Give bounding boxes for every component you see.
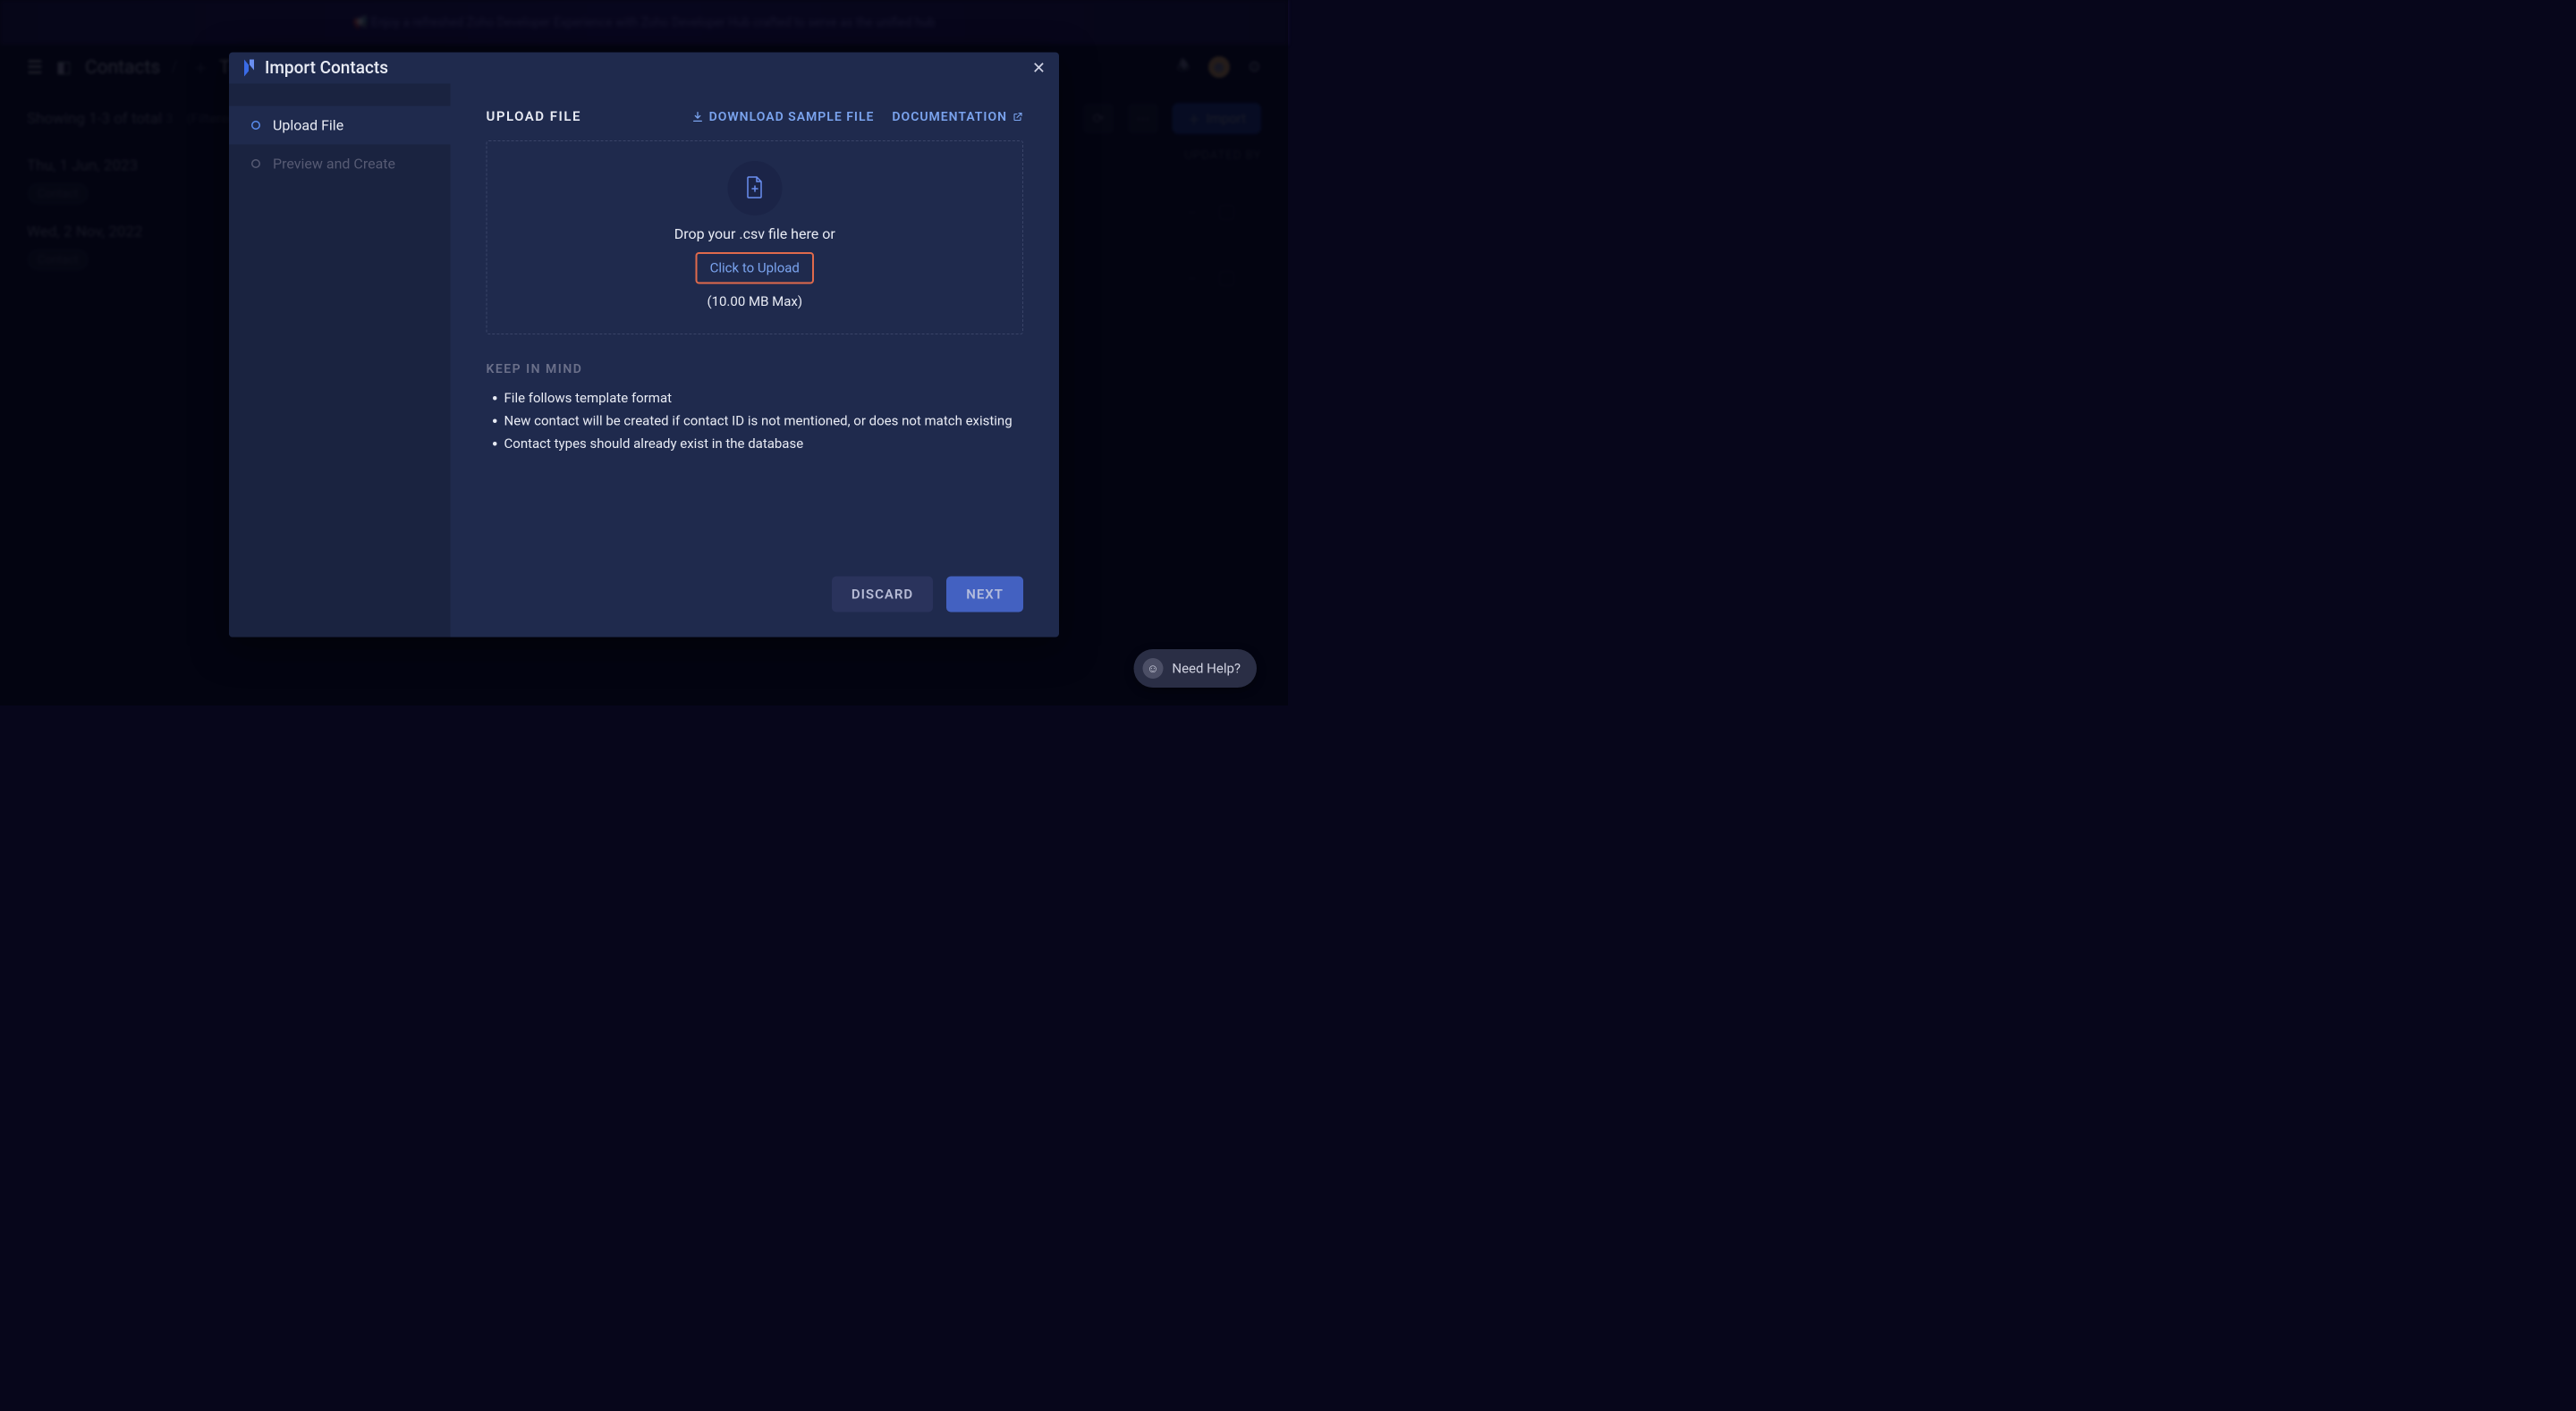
keep-note: Contact types should already exist in th… xyxy=(504,433,1024,456)
keep-note: File follows template format xyxy=(504,387,1024,410)
step-dot-icon xyxy=(251,159,260,168)
keep-in-mind-list: File follows template format New contact… xyxy=(487,387,1024,456)
modal-footer: Discard Next xyxy=(487,563,1024,613)
close-icon[interactable]: ✕ xyxy=(1032,60,1046,76)
upload-circle xyxy=(727,161,782,215)
help-button[interactable]: ☺ Need Help? xyxy=(1133,649,1257,688)
step-preview-create[interactable]: Preview and Create xyxy=(229,145,451,183)
download-sample-label: Download Sample File xyxy=(709,109,875,124)
modal-content: Upload File Download Sample File Documen… xyxy=(451,84,1060,638)
modal-header: Import Contacts ✕ xyxy=(229,53,1059,84)
click-to-upload-button[interactable]: Click to Upload xyxy=(696,252,814,284)
keep-note: New contact will be created if contact I… xyxy=(504,410,1024,433)
keep-in-mind-heading: Keep in Mind xyxy=(487,361,1024,376)
documentation-link[interactable]: Documentation xyxy=(892,109,1023,124)
import-contacts-modal: Import Contacts ✕ Upload File Preview an… xyxy=(229,53,1059,638)
external-link-icon xyxy=(1013,111,1023,122)
step-label: Upload File xyxy=(273,117,343,134)
next-button[interactable]: Next xyxy=(946,577,1023,613)
help-label: Need Help? xyxy=(1172,661,1241,677)
documentation-label: Documentation xyxy=(892,109,1007,124)
download-sample-link[interactable]: Download Sample File xyxy=(692,109,875,124)
step-upload-file[interactable]: Upload File xyxy=(229,106,451,145)
step-dot-icon xyxy=(251,121,260,130)
download-icon xyxy=(692,111,704,123)
step-label: Preview and Create xyxy=(273,156,395,173)
file-plus-icon xyxy=(746,176,764,200)
discard-button[interactable]: Discard xyxy=(832,577,933,613)
modal-steps: Upload File Preview and Create xyxy=(229,84,451,638)
brand-icon xyxy=(242,59,256,78)
upload-dropzone[interactable]: Drop your .csv file here or Click to Upl… xyxy=(487,140,1024,334)
help-avatar-icon: ☺ xyxy=(1142,658,1163,679)
drop-instruction: Drop your .csv file here or xyxy=(674,225,835,242)
section-title: Upload File xyxy=(487,109,581,125)
modal-title: Import Contacts xyxy=(265,58,388,78)
max-size-label: (10.00 MB Max) xyxy=(707,294,802,310)
